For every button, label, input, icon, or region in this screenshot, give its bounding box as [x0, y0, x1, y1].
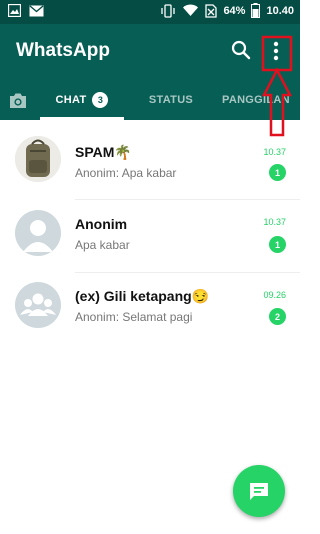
chat-time: 09.26 [263, 290, 286, 300]
unread-count-badge: 2 [269, 308, 286, 325]
more-options-button[interactable] [264, 36, 288, 66]
unread-count-badge: 1 [269, 164, 286, 181]
default-person-avatar [23, 220, 53, 252]
camera-icon [10, 93, 26, 108]
new-chat-button[interactable] [233, 465, 285, 517]
chat-last-message: Anonim: Selamat pagi [75, 310, 192, 324]
tab-status-label: STATUS [148, 94, 194, 106]
message-text: Selamat pagi [122, 310, 193, 324]
backpack-photo [15, 136, 61, 182]
message-sender: Anonim: [75, 166, 120, 180]
vibrate-icon [161, 3, 176, 18]
chat-item-gili-ketapang[interactable]: (ex) Gili ketapang😏 Anonim: Selamat pagi… [0, 274, 300, 340]
message-text: Apa kabar [75, 238, 130, 252]
app-title: WhatsApp [16, 40, 110, 61]
status-bar: 64% 10.40 [0, 0, 300, 24]
wifi-icon [183, 4, 199, 16]
chat-time: 10.37 [263, 217, 286, 227]
avatar [15, 210, 61, 256]
avatar [15, 136, 61, 182]
chat-time: 10.37 [263, 147, 286, 157]
battery-percent: 64% [223, 4, 246, 17]
message-text: Apa kabar [121, 166, 177, 180]
email-icon [29, 4, 44, 16]
chat-name: SPAM🌴 [75, 144, 132, 160]
search-icon [231, 40, 251, 60]
app-bar: WhatsApp [0, 24, 300, 80]
active-tab-indicator [40, 117, 124, 120]
tab-bar: CHAT 3 STATUS PANGGILAN [0, 80, 300, 120]
tab-status[interactable]: STATUS [136, 80, 206, 120]
divider [75, 272, 300, 273]
new-chat-icon [250, 483, 268, 500]
chat-name: (ex) Gili ketapang😏 [75, 288, 210, 304]
avatar [15, 282, 61, 328]
message-sender: Anonim: [75, 310, 120, 324]
search-button[interactable] [229, 38, 253, 62]
default-group-avatar [20, 293, 56, 316]
battery-icon [251, 3, 261, 18]
more-vert-icon [273, 41, 279, 61]
unread-chat-count-badge: 3 [92, 92, 109, 108]
unread-count-badge: 1 [269, 236, 286, 253]
tab-calls-label: PANGGILAN [222, 94, 290, 106]
tab-calls[interactable]: PANGGILAN [222, 80, 300, 120]
chat-item-spam[interactable]: SPAM🌴 Anonim: Apa kabar 10.37 1 [0, 134, 300, 200]
chat-item-anonim[interactable]: Anonim Apa kabar 10.37 1 [0, 200, 300, 273]
no-sim-icon [205, 3, 218, 18]
chat-name: Anonim [75, 216, 128, 232]
tab-chat[interactable]: CHAT 3 [40, 80, 124, 120]
gallery-icon [8, 4, 21, 17]
chat-last-message: Anonim: Apa kabar [75, 166, 176, 180]
tab-chat-label: CHAT [55, 94, 87, 106]
status-time: 10.40 [266, 4, 294, 17]
tab-camera[interactable] [6, 80, 30, 120]
chat-last-message: Apa kabar [75, 238, 130, 252]
